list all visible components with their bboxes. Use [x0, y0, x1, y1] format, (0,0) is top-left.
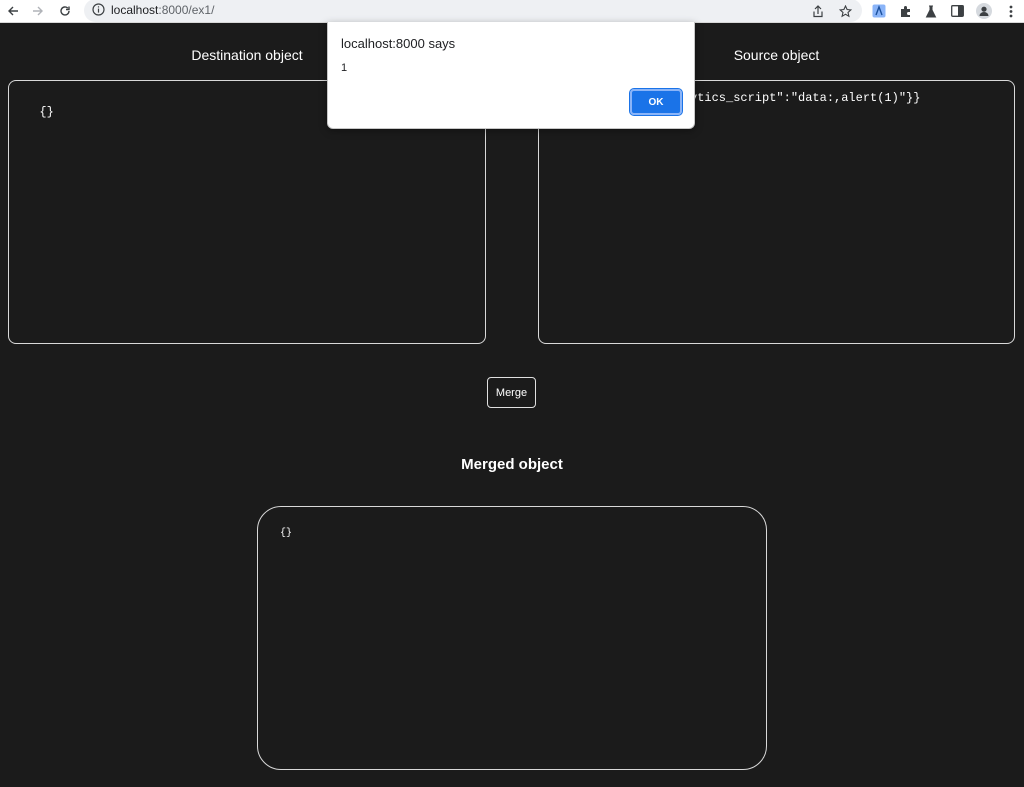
merged-textarea[interactable]: {}	[257, 506, 767, 770]
puzzle-extensions-icon[interactable]	[897, 0, 913, 22]
url-text[interactable]: localhost:8000/ex1/	[111, 3, 214, 17]
browser-toolbar: localhost:8000/ex1/	[0, 0, 1024, 23]
alert-dialog: localhost:8000 says 1 OK	[327, 22, 695, 129]
url-host: localhost	[111, 3, 159, 17]
profile-avatar-icon[interactable]	[975, 0, 993, 22]
extension-active-icon[interactable]	[871, 0, 887, 22]
address-bar[interactable]: localhost:8000/ex1/	[84, 0, 862, 22]
merged-value: {}	[280, 528, 293, 539]
back-arrow-icon[interactable]	[4, 0, 22, 22]
url-path: :8000/ex1/	[158, 3, 215, 17]
destination-value: {}	[39, 105, 54, 119]
share-icon[interactable]	[810, 0, 826, 22]
reload-icon[interactable]	[56, 0, 74, 22]
flask-labs-icon[interactable]	[923, 0, 939, 22]
side-panel-icon[interactable]	[949, 0, 965, 22]
dialog-title: localhost:8000 says	[341, 36, 456, 51]
forward-arrow-icon[interactable]	[29, 0, 47, 22]
merged-title: Merged object	[461, 456, 563, 473]
kebab-menu-icon[interactable]	[1004, 0, 1018, 22]
merge-button[interactable]: Merge	[487, 377, 536, 408]
resize-grip-icon[interactable]	[755, 758, 762, 765]
info-icon[interactable]	[92, 3, 105, 16]
source-value: ytics_script":"data:,alert(1)"}}	[690, 91, 921, 105]
dialog-message: 1	[341, 62, 348, 74]
resize-grip-icon[interactable]	[1005, 334, 1012, 341]
resize-grip-icon[interactable]	[476, 334, 483, 341]
ok-button[interactable]: OK	[629, 88, 683, 116]
bookmark-star-icon[interactable]	[837, 0, 853, 22]
